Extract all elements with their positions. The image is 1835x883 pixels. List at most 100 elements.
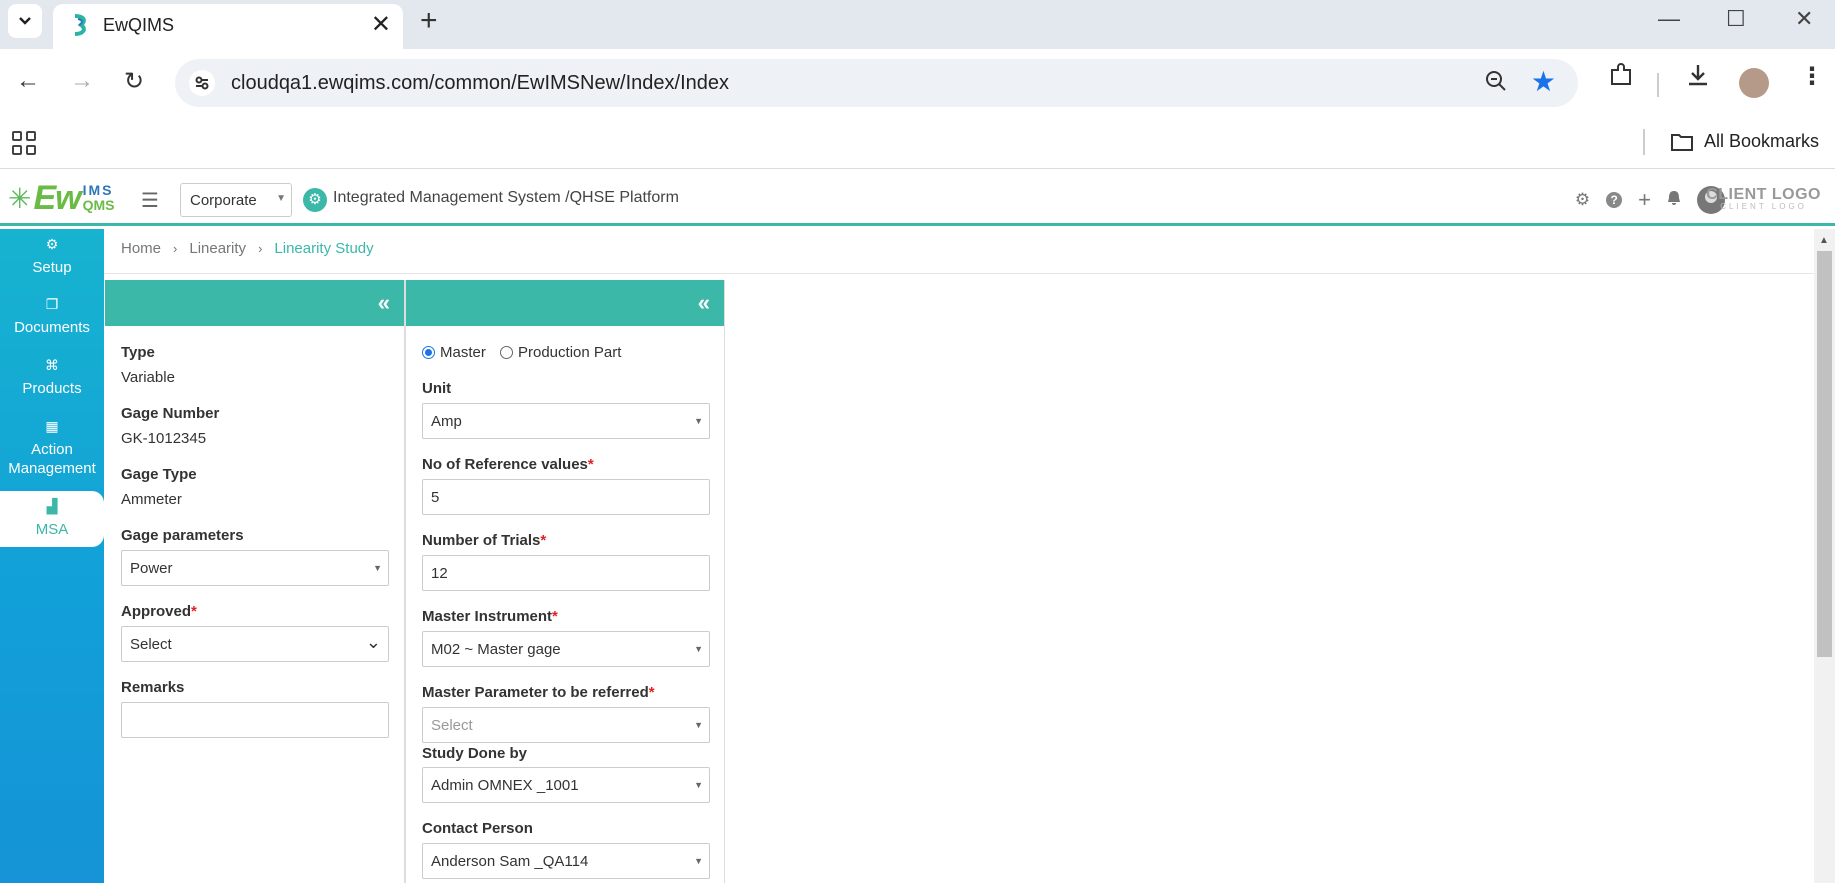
documents-icon: ❐ [45, 296, 59, 312]
reference-values-input[interactable]: 5 [422, 479, 710, 515]
new-tab-icon[interactable]: + [420, 4, 438, 38]
close-window-icon[interactable]: ✕ [1795, 6, 1813, 32]
number-of-trials-input[interactable]: 12 [422, 555, 710, 591]
reference-values-value: 5 [431, 489, 440, 506]
contact-person-select[interactable]: Anderson Sam _QA114 ▼ [422, 843, 710, 879]
gage-parameters-select[interactable]: Power ▼ [121, 550, 389, 586]
master-parameter-label: Master Parameter to be referred* [422, 684, 655, 701]
caret-down-icon: ▼ [694, 780, 703, 790]
ewqims-logo: ✳ Ew IMS QMS [8, 178, 114, 218]
extensions-icon[interactable] [1608, 62, 1634, 95]
site-info-icon[interactable] [189, 70, 215, 96]
logo-burst-icon: ✳ [8, 182, 32, 214]
panel-header: « [105, 280, 404, 326]
download-icon[interactable] [1685, 62, 1711, 95]
remarks-input[interactable] [121, 702, 389, 738]
close-tab-icon[interactable]: ✕ [371, 10, 391, 39]
contact-person-value: Anderson Sam _QA114 [431, 853, 589, 870]
all-bookmarks-label: All Bookmarks [1703, 131, 1819, 151]
reload-icon[interactable]: ↻ [124, 67, 144, 96]
gage-number-value: GK-1012345 [121, 430, 207, 447]
radio-selected-icon [422, 346, 435, 359]
gear-icon[interactable]: ⚙ [1575, 190, 1590, 210]
sidebar-item-action-management[interactable]: ▦ Action Management [0, 417, 104, 478]
master-instrument-label: Master Instrument* [422, 608, 558, 625]
maximize-icon[interactable]: ☐ [1726, 6, 1746, 32]
folder-icon [1670, 133, 1693, 151]
study-config-panel: « Master Production Part Unit Amp ▼ No o… [405, 280, 725, 883]
remarks-label: Remarks [121, 679, 185, 696]
browser-tab-bar: EwQIMS ✕ + — ☐ ✕ [0, 0, 1835, 49]
gears-icon: ⚙ [45, 236, 59, 252]
sidebar-item-label: Documents [14, 319, 90, 336]
sidebar-item-label: MSA [35, 521, 69, 538]
logo-qms-text: QMS [82, 197, 115, 213]
page-scrollbar[interactable]: ▲ [1814, 229, 1835, 883]
bookmarks-separator [1643, 129, 1645, 155]
address-bar[interactable]: cloudqa1.ewqims.com/common/EwIMSNew/Inde… [175, 59, 1578, 107]
type-label: Type [121, 344, 155, 361]
chevron-down-icon [19, 17, 31, 25]
logo-main-text: Ew [33, 178, 81, 217]
logo-ims-text: IMS [82, 182, 114, 198]
browser-tab[interactable]: EwQIMS ✕ [53, 4, 403, 49]
browser-toolbar: ← → ↻ cloudqa1.ewqims.com/common/EwIMSNe… [0, 49, 1835, 119]
hamburger-menu-icon[interactable]: ☰ [141, 188, 159, 213]
required-mark: * [540, 532, 547, 549]
app-header: ✳ Ew IMS QMS ☰ Corporate ▼ ⚙ Integrated … [0, 170, 1835, 226]
study-done-by-value: Admin OMNEX _1001 [431, 777, 579, 794]
settings-badge-icon: ⚙ [303, 188, 327, 212]
master-radio[interactable]: Master [422, 344, 486, 361]
caret-down-icon: ▼ [694, 416, 703, 426]
back-arrow-icon[interactable]: ← [16, 67, 40, 95]
sidebar-item-documents[interactable]: ❐ Documents [0, 295, 104, 337]
gage-parameters-label: Gage parameters [121, 527, 244, 544]
production-part-radio[interactable]: Production Part [500, 344, 621, 361]
panel-header: « [406, 280, 724, 326]
sidebar-item-label: Products [22, 380, 82, 397]
collapse-left-icon[interactable]: « [378, 290, 390, 316]
forward-arrow-icon[interactable]: → [70, 67, 94, 95]
collapse-right-icon[interactable]: « [698, 290, 710, 316]
master-instrument-select[interactable]: M02 ~ Master gage ▼ [422, 631, 710, 667]
scrollbar-thumb[interactable] [1817, 251, 1832, 657]
breadcrumb: Home › Linearity › Linearity Study [121, 240, 374, 257]
gage-number-label: Gage Number [121, 405, 220, 422]
bell-icon[interactable] [1667, 190, 1681, 211]
breadcrumb-current: Linearity Study [274, 240, 374, 257]
bookmark-star-icon[interactable]: ★ [1531, 65, 1556, 98]
tab-title: EwQIMS [103, 15, 175, 35]
reference-values-label-text: No of Reference values [422, 456, 588, 473]
sidebar-item-msa[interactable]: ▟ MSA [0, 491, 104, 547]
products-icon: ⌘ [45, 357, 59, 373]
url-text: cloudqa1.ewqims.com/common/EwIMSNew/Inde… [231, 72, 729, 94]
caret-down-icon: ▼ [373, 563, 382, 573]
unit-select[interactable]: Amp ▼ [422, 403, 710, 439]
unit-value: Amp [431, 413, 462, 430]
sidebar-item-label: Action Management [8, 441, 96, 477]
sidebar-item-setup[interactable]: ⚙ Setup [0, 235, 104, 277]
approved-label-text: Approved [121, 603, 192, 620]
logo-ims-stack: IMS QMS [83, 183, 115, 213]
tab-search-button[interactable] [8, 4, 42, 38]
breadcrumb-home[interactable]: Home [121, 240, 161, 257]
profile-avatar[interactable] [1739, 68, 1769, 98]
approved-select[interactable]: Select ⌄ [121, 626, 389, 662]
zoom-icon[interactable] [1484, 69, 1508, 99]
breadcrumb-linearity[interactable]: Linearity [189, 240, 246, 257]
master-parameter-select[interactable]: Select ▼ [422, 707, 710, 743]
chevron-down-icon: ⌄ [365, 632, 381, 652]
sidebar-item-products[interactable]: ⌘ Products [0, 356, 104, 398]
menu-kebab-icon[interactable]: ⋮ [1800, 62, 1824, 91]
all-bookmarks-button[interactable]: All Bookmarks [1670, 131, 1819, 152]
corporate-select[interactable]: Corporate ▼ [180, 183, 292, 217]
gage-parameters-value: Power [130, 560, 173, 577]
apps-grid-icon[interactable] [12, 131, 36, 155]
scroll-up-arrow-icon[interactable]: ▲ [1819, 235, 1829, 246]
add-icon[interactable]: + [1638, 187, 1651, 213]
production-part-radio-label: Production Part [518, 344, 622, 361]
study-done-by-select[interactable]: Admin OMNEX _1001 ▼ [422, 767, 710, 803]
minimize-icon[interactable]: — [1658, 6, 1680, 32]
unit-label: Unit [422, 380, 452, 397]
help-icon[interactable]: ? [1606, 192, 1623, 208]
